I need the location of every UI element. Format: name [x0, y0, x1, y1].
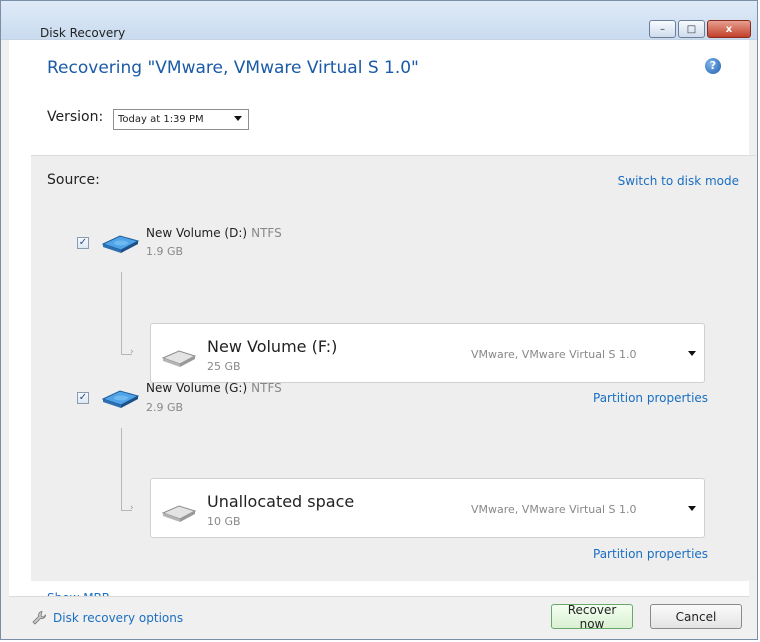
- target-partition-size: 10 GB: [207, 515, 241, 528]
- disk-recovery-window: Disk Recovery – □ x Recovering "VMware, …: [0, 0, 758, 640]
- hard-disk-gray-icon: [161, 505, 197, 522]
- chevron-down-icon[interactable]: [688, 506, 696, 511]
- partition-properties-link[interactable]: Partition properties: [593, 391, 708, 405]
- target-partition-size: 25 GB: [207, 360, 241, 373]
- version-value: Today at 1:39 PM: [118, 114, 204, 125]
- target-disk-name: VMware, VMware Virtual S 1.0: [471, 348, 637, 361]
- volume-filesystem: NTFS: [251, 381, 282, 395]
- partition-properties-link[interactable]: Partition properties: [593, 547, 708, 561]
- target-partition-select[interactable]: Unallocated space 10 GB VMware, VMware V…: [150, 478, 705, 538]
- title-bar: Disk Recovery – □ x: [1, 1, 757, 40]
- disk-recovery-options-link[interactable]: Disk recovery options: [53, 611, 183, 625]
- switch-to-disk-mode-link[interactable]: Switch to disk mode: [618, 174, 739, 188]
- tree-arrow-icon: ›: [130, 503, 134, 513]
- maximize-button[interactable]: □: [678, 20, 705, 38]
- tree-arrow-icon: ›: [130, 347, 134, 357]
- hard-disk-gray-icon: [161, 350, 197, 367]
- footer-bar: Disk recovery options Recover now Cancel: [9, 596, 749, 637]
- volume-size: 1.9 GB: [146, 245, 184, 258]
- source-panel: Source: Switch to disk mode ✓ New Volume…: [31, 155, 756, 605]
- chevron-down-icon: [234, 116, 242, 121]
- target-partition-select[interactable]: New Volume (F:) 25 GB VMware, VMware Vir…: [150, 323, 705, 383]
- hard-disk-icon: [101, 235, 140, 253]
- wrench-icon: [32, 611, 46, 625]
- tree-connector: [121, 428, 132, 511]
- tree-connector: [121, 272, 132, 355]
- volume-checkbox[interactable]: ✓: [77, 237, 89, 249]
- disk-recovery-options[interactable]: Disk recovery options: [31, 610, 183, 626]
- volume-checkbox[interactable]: ✓: [77, 392, 89, 404]
- target-disk-name: VMware, VMware Virtual S 1.0: [471, 503, 637, 516]
- main-content: Recovering "VMware, VMware Virtual S 1.0…: [9, 40, 756, 605]
- volume-label: New Volume (G:): [146, 381, 248, 395]
- version-select[interactable]: Today at 1:39 PM: [113, 109, 249, 130]
- volume-filesystem: NTFS: [251, 226, 282, 240]
- target-partition-name: Unallocated space: [207, 492, 355, 511]
- recover-now-button[interactable]: Recover now: [551, 603, 633, 631]
- cancel-button[interactable]: Cancel: [650, 604, 742, 629]
- volume-name: New Volume (G:) NTFS: [146, 381, 282, 395]
- volume-name: New Volume (D:) NTFS: [146, 226, 282, 240]
- version-label: Version:: [47, 109, 104, 125]
- help-icon[interactable]: ?: [705, 58, 721, 74]
- close-button[interactable]: x: [707, 20, 751, 38]
- page-title: Recovering "VMware, VMware Virtual S 1.0…: [47, 58, 419, 78]
- source-label: Source:: [47, 172, 100, 188]
- volume-label: New Volume (D:): [146, 226, 248, 240]
- minimize-button[interactable]: –: [649, 20, 676, 38]
- window-controls: – □ x: [649, 20, 751, 38]
- hard-disk-icon: [101, 390, 140, 408]
- window-title: Disk Recovery: [40, 26, 126, 40]
- chevron-down-icon[interactable]: [688, 351, 696, 356]
- target-partition-name: New Volume (F:): [207, 337, 338, 356]
- volume-size: 2.9 GB: [146, 401, 184, 414]
